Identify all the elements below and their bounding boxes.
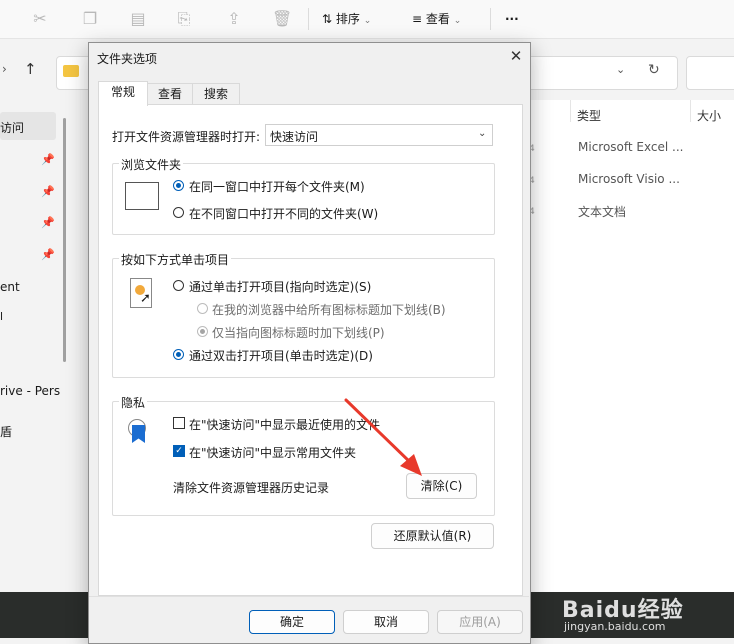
column-header-size[interactable]: 大小 — [697, 107, 721, 124]
nav-item[interactable]: ent — [0, 280, 20, 294]
refresh-icon[interactable]: ↻ — [648, 62, 660, 78]
open-explorer-value: 快速访问 — [270, 130, 319, 144]
folder-icon — [63, 65, 79, 77]
delete-icon[interactable]: 🗑 — [272, 9, 292, 29]
clear-history-label: 清除文件资源管理器历史记录 — [173, 481, 330, 495]
double-click-label[interactable]: 通过双击打开项目(单击时选定)(D) — [189, 347, 373, 364]
window-icon — [125, 182, 159, 210]
toolbar-divider — [308, 8, 309, 30]
show-recent-checkbox[interactable] — [173, 417, 185, 429]
nav-item[interactable]: 盾 — [0, 423, 12, 440]
privacy-title: 隐私 — [119, 394, 148, 411]
tab-search[interactable]: 搜索 — [192, 83, 240, 105]
cursor-icon: ➚ — [140, 291, 151, 306]
restore-defaults-button[interactable]: 还原默认值(R) — [371, 523, 494, 549]
toolbar-divider — [490, 8, 491, 30]
pin-icon: 📌 — [41, 216, 55, 229]
dialog-title: 文件夹选项 — [97, 52, 158, 66]
share-icon[interactable]: ⇪ — [224, 9, 244, 29]
underline-all-label[interactable]: 在我的浏览器中给所有图标标题加下划线(B) — [212, 301, 446, 318]
column-divider[interactable] — [570, 100, 571, 122]
same-window-label[interactable]: 在同一窗口中打开每个文件夹(M) — [189, 178, 365, 195]
radio-same-window[interactable] — [173, 180, 184, 191]
baidu-watermark: Baidu经验 jingyan.baidu.com — [560, 588, 734, 638]
sort-icon: ⇅ — [322, 12, 333, 26]
open-explorer-label: 打开文件资源管理器时打开: — [112, 130, 261, 144]
single-click-icon: ➚ — [130, 278, 152, 308]
pin-icon: 📌 — [41, 153, 55, 166]
file-type-cell: Microsoft Excel ... — [578, 140, 684, 154]
column-header-type[interactable]: 类型 — [577, 107, 601, 124]
column-divider[interactable] — [690, 100, 691, 122]
bookmark-icon — [132, 425, 145, 443]
cut-icon[interactable]: ✂ — [30, 9, 50, 29]
rename-icon[interactable]: ⎘ — [174, 9, 194, 29]
search-input[interactable] — [686, 56, 734, 90]
file-list: 类型 大小 Microsoft Excel ... Microsoft Visi… — [528, 100, 734, 592]
radio-new-window[interactable] — [173, 207, 184, 218]
nav-item-fragment[interactable]: l — [0, 310, 3, 323]
sort-label: 排序 — [335, 12, 360, 26]
chevron-down-icon: ⌄ — [363, 16, 372, 26]
radio-single-click[interactable] — [173, 280, 184, 291]
radio-underline-all[interactable] — [197, 303, 208, 314]
underline-hover-label[interactable]: 仅当指向图标标题时加下划线(P) — [212, 324, 385, 341]
privacy-icon — [126, 417, 156, 445]
radio-underline-hover[interactable] — [197, 326, 208, 337]
pin-icon: 📌 — [41, 185, 55, 198]
file-type-cell: Microsoft Visio ... — [578, 172, 680, 186]
browse-folders-title: 浏览文件夹 — [119, 156, 184, 173]
tab-general[interactable]: 常规 — [98, 81, 148, 106]
view-icon: ≡ — [412, 12, 423, 26]
up-arrow-icon[interactable]: ↑ — [24, 60, 37, 78]
red-arrow-annotation — [344, 398, 422, 476]
sort-button[interactable]: ⇅ 排序 ⌄ — [322, 9, 371, 29]
explorer-toolbar: ✂ ❐ ▤ ⎘ ⇪ 🗑 ⇅ 排序 ⌄ ≡ 查看 ⌄ ··· — [0, 0, 734, 39]
view-button[interactable]: ≡ 查看 ⌄ — [412, 9, 461, 29]
arrow-shaft — [344, 398, 414, 466]
nav-item-onedrive[interactable]: rive - Pers — [0, 384, 60, 398]
radio-double-click[interactable] — [173, 349, 184, 360]
tab-view[interactable]: 查看 — [146, 83, 194, 105]
chevron-down-icon[interactable]: ⌄ — [616, 63, 625, 76]
copy-icon[interactable]: ❐ — [80, 9, 100, 29]
paste-icon[interactable]: ▤ — [128, 9, 148, 29]
single-click-label[interactable]: 通过单击打开项目(指向时选定)(S) — [189, 278, 371, 295]
file-type-cell: 文本文档 — [578, 205, 627, 219]
show-frequent-label[interactable]: 在"快速访问"中显示常用文件夹 — [189, 444, 356, 461]
nav-item-quick-access[interactable]: 访问 — [0, 119, 24, 136]
chevron-down-icon: ⌄ — [453, 16, 462, 26]
nav-scrollbar[interactable] — [63, 118, 66, 362]
new-window-label[interactable]: 在不同窗口中打开不同的文件夹(W) — [189, 205, 378, 222]
more-options-button[interactable]: ··· — [505, 9, 519, 29]
watermark-url: jingyan.baidu.com — [564, 620, 666, 633]
ok-button[interactable]: 确定 — [249, 610, 335, 634]
show-frequent-checkbox[interactable]: ✓ — [173, 445, 185, 457]
browse-folders-group — [112, 163, 495, 235]
view-label: 查看 — [425, 12, 450, 26]
close-icon[interactable]: ✕ — [506, 46, 526, 66]
navigation-pane — [0, 100, 62, 592]
cancel-button[interactable]: 取消 — [343, 610, 429, 634]
click-items-title: 按如下方式单击项目 — [119, 251, 232, 268]
pin-icon: 📌 — [41, 248, 55, 261]
apply-button[interactable]: 应用(A) — [437, 610, 523, 634]
chevron-right-icon[interactable]: › — [2, 62, 7, 76]
chevron-down-icon: ⌄ — [478, 128, 487, 139]
